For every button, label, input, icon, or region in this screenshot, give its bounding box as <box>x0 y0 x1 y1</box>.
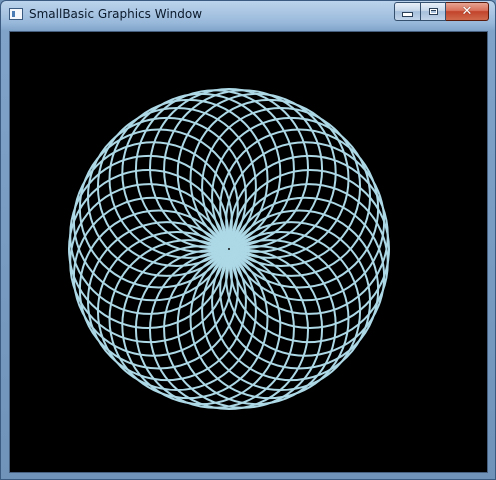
window-icon[interactable] <box>9 8 23 20</box>
close-button[interactable]: ✕ <box>446 2 489 21</box>
pattern-circle <box>134 89 295 250</box>
pattern-circle <box>69 154 230 315</box>
pattern-circle <box>163 89 324 250</box>
maximize-button[interactable] <box>420 2 446 21</box>
pattern-circle <box>149 88 309 248</box>
graphics-canvas[interactable] <box>9 31 488 473</box>
minimize-icon <box>402 12 413 17</box>
caption-buttons: ✕ <box>394 2 489 21</box>
spirograph-drawing <box>68 88 390 410</box>
minimize-button[interactable] <box>394 2 420 21</box>
close-icon: ✕ <box>461 4 473 19</box>
maximize-icon <box>428 8 438 15</box>
window-title: SmallBasic Graphics Window <box>29 7 203 21</box>
graphics-window: SmallBasic Graphics Window ✕ <box>0 0 496 480</box>
title-bar[interactable]: SmallBasic Graphics Window ✕ <box>1 1 495 29</box>
pattern-circle <box>228 154 389 315</box>
